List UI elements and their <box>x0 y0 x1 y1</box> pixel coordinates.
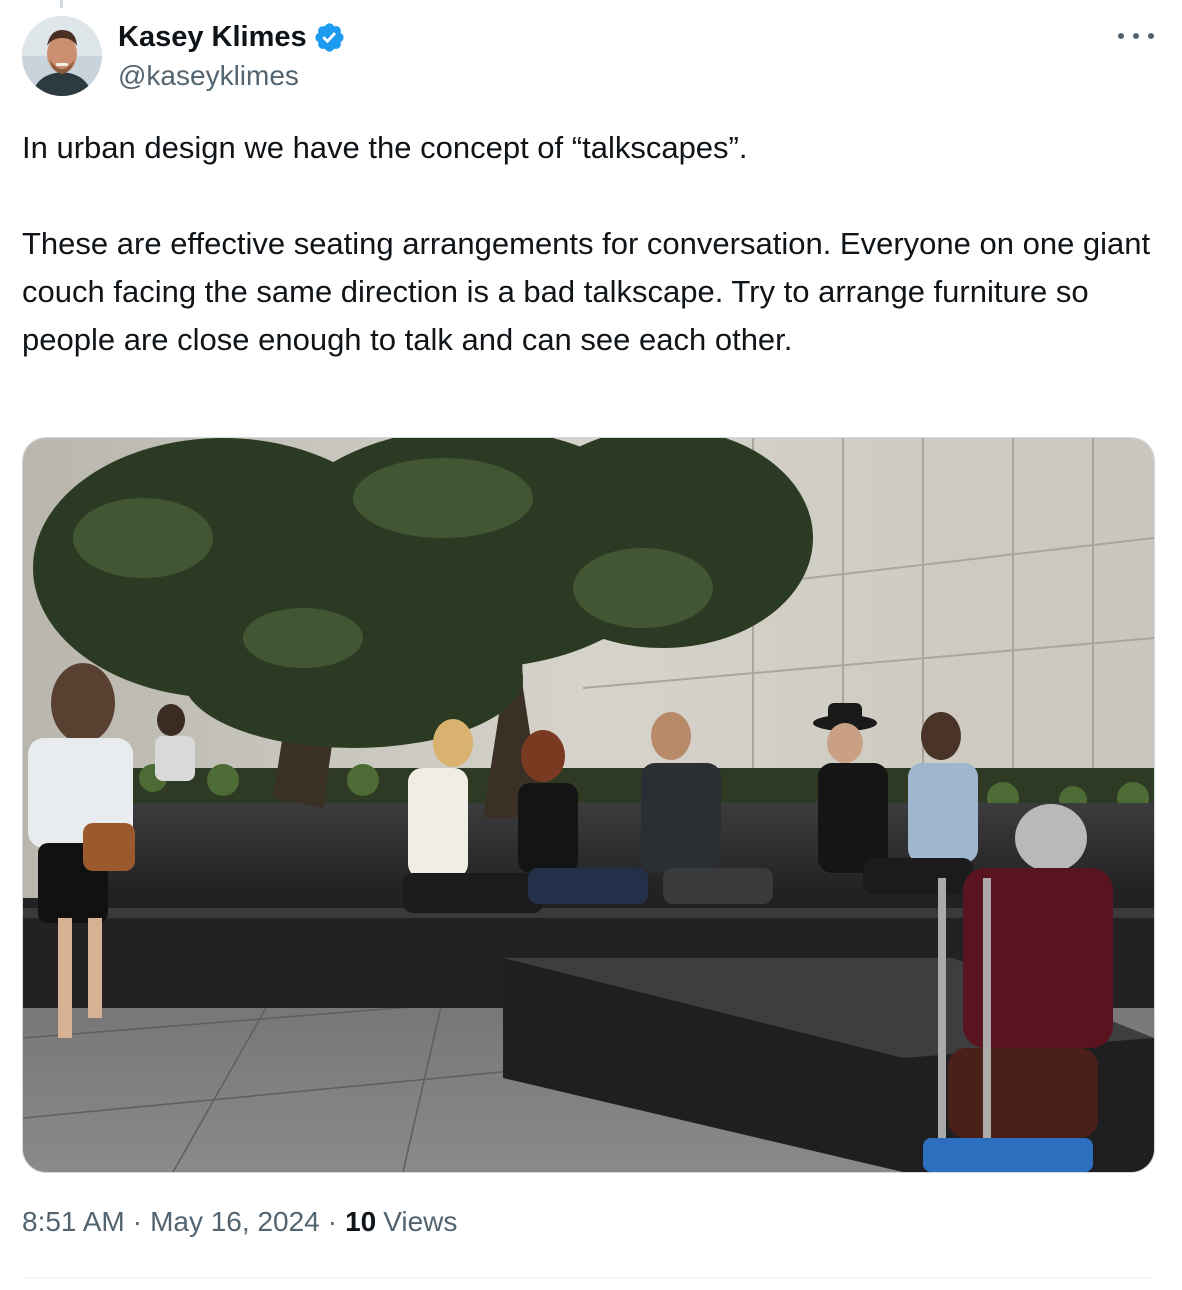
views-label: Views <box>383 1206 458 1237</box>
plaza-photo-illustration <box>23 438 1154 1172</box>
author-name-row[interactable]: Kasey Klimes <box>118 18 346 56</box>
author-display-name[interactable]: Kasey Klimes <box>118 21 307 54</box>
tweet-paragraph-1: In urban design we have the concept of “… <box>22 130 748 165</box>
tweet-paragraph-2: These are effective seating arrangements… <box>22 226 1151 357</box>
more-dot <box>1148 33 1154 39</box>
meta-separator: · <box>327 1206 338 1237</box>
views-count: 10 <box>345 1206 377 1237</box>
tweet-photo[interactable] <box>22 437 1155 1173</box>
thread-connector-line <box>60 0 63 8</box>
bottom-divider <box>22 1277 1153 1278</box>
more-dot <box>1118 33 1124 39</box>
more-icon[interactable] <box>1118 24 1154 48</box>
author-handle[interactable]: @kaseyklimes <box>118 60 299 92</box>
verified-badge-icon <box>315 22 344 52</box>
tweet-date[interactable]: May 16, 2024 <box>150 1206 320 1238</box>
author-avatar[interactable] <box>22 16 102 96</box>
tweet-meta: 8:51 AM · May 16, 2024 · 10 Views <box>22 1206 457 1238</box>
tweet-time[interactable]: 8:51 AM <box>22 1206 125 1238</box>
meta-separator: · <box>132 1206 143 1237</box>
tweet-text: In urban design we have the concept of “… <box>22 124 1157 364</box>
more-dot <box>1133 33 1139 39</box>
